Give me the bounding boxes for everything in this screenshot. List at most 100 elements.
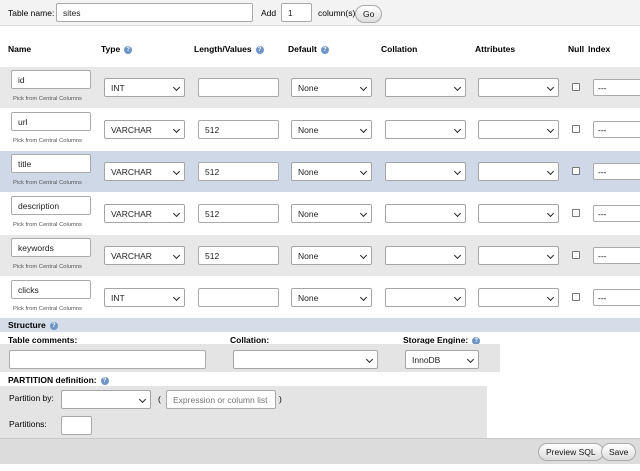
table-name-input[interactable]	[56, 3, 253, 22]
column-index-select[interactable]: ---	[593, 205, 640, 222]
pick-central-columns-link[interactable]: Pick from Central Columns	[13, 138, 82, 144]
column-type-select[interactable]: VARCHAR	[104, 162, 185, 181]
partition-by-label: Partition by:	[9, 393, 54, 403]
pick-central-columns-link[interactable]: Pick from Central Columns	[13, 306, 82, 312]
column-index-select[interactable]: ---	[593, 289, 640, 306]
help-icon[interactable]: ?	[124, 45, 133, 54]
columns-label: column(s)	[318, 8, 356, 18]
column-default-select[interactable]: None	[291, 78, 372, 97]
column-default-select[interactable]: None	[291, 246, 372, 265]
table-collation-select[interactable]	[233, 350, 378, 369]
save-button[interactable]: Save	[601, 443, 637, 461]
column-length-input[interactable]	[198, 78, 279, 97]
pick-central-columns-link[interactable]: Pick from Central Columns	[13, 264, 82, 270]
column-name-input[interactable]	[11, 280, 91, 299]
column-attributes-select[interactable]	[478, 204, 559, 223]
header-index: Index	[588, 44, 610, 54]
add-label: Add	[261, 8, 277, 18]
column-attributes-select[interactable]	[478, 288, 559, 307]
column-null-checkbox[interactable]	[572, 125, 580, 133]
pick-central-columns-link[interactable]: Pick from Central Columns	[13, 222, 82, 228]
partition-title: PARTITION definition:?	[8, 375, 109, 385]
table-comments-input[interactable]	[9, 350, 206, 369]
column-type-value: INT	[111, 82, 125, 93]
column-name-input[interactable]	[11, 154, 91, 173]
column-index-select[interactable]: ---	[593, 79, 640, 96]
column-length-input[interactable]	[198, 288, 279, 307]
structure-bar	[0, 318, 640, 332]
help-icon[interactable]: ?	[320, 45, 329, 54]
column-index-select[interactable]: ---	[593, 121, 640, 138]
column-type-select[interactable]: INT	[104, 78, 185, 97]
chevron-down-icon	[453, 125, 462, 134]
column-length-input[interactable]	[198, 120, 279, 139]
column-collation-select[interactable]	[385, 78, 466, 97]
column-default-select[interactable]: None	[291, 204, 372, 223]
partitions-input[interactable]	[61, 416, 92, 435]
chevron-down-icon	[453, 83, 462, 92]
go-button[interactable]: Go	[355, 5, 383, 23]
chevron-down-icon	[172, 251, 181, 260]
structure-title-label: Structure	[8, 320, 46, 330]
chevron-down-icon	[172, 209, 181, 218]
chevron-down-icon	[546, 83, 555, 92]
column-type-value: VARCHAR	[111, 250, 152, 261]
column-collation-select[interactable]	[385, 120, 466, 139]
expression-input[interactable]	[166, 390, 276, 409]
table-name-label: Table name:	[8, 8, 55, 18]
column-length-input[interactable]	[198, 162, 279, 181]
chevron-down-icon	[546, 251, 555, 260]
column-default-select[interactable]: None	[291, 120, 372, 139]
chevron-down-icon	[453, 293, 462, 302]
pick-central-columns-link[interactable]: Pick from Central Columns	[13, 96, 82, 102]
help-icon[interactable]: ?	[100, 376, 109, 385]
header-name: Name	[8, 44, 31, 54]
header-index-label: Index	[588, 44, 611, 54]
column-attributes-select[interactable]	[478, 246, 559, 265]
storage-engine-select[interactable]: InnoDB	[405, 350, 479, 369]
chevron-down-icon	[453, 251, 462, 260]
column-length-input[interactable]	[198, 246, 279, 265]
column-index-select[interactable]: ---	[593, 163, 640, 180]
help-icon[interactable]: ?	[255, 45, 264, 54]
column-default-select[interactable]: None	[291, 288, 372, 307]
help-icon[interactable]: ?	[49, 321, 58, 330]
column-name-input[interactable]	[11, 112, 91, 131]
column-collation-select[interactable]	[385, 162, 466, 181]
column-attributes-select[interactable]	[478, 162, 559, 181]
chevron-down-icon	[359, 167, 368, 176]
column-type-value: VARCHAR	[111, 124, 152, 135]
column-type-select[interactable]: VARCHAR	[104, 246, 185, 265]
column-attributes-select[interactable]	[478, 78, 559, 97]
chevron-down-icon	[546, 167, 555, 176]
column-collation-select[interactable]	[385, 246, 466, 265]
chevron-down-icon	[172, 125, 181, 134]
column-type-select[interactable]: VARCHAR	[104, 204, 185, 223]
preview-sql-button[interactable]: Preview SQL	[538, 443, 604, 461]
column-index-value: ---	[598, 82, 607, 93]
chevron-down-icon	[172, 167, 181, 176]
add-columns-input[interactable]	[281, 3, 312, 22]
column-type-value: INT	[111, 292, 125, 303]
column-default-select[interactable]: None	[291, 162, 372, 181]
column-collation-select[interactable]	[385, 288, 466, 307]
column-null-checkbox[interactable]	[572, 293, 580, 301]
column-index-select[interactable]: ---	[593, 247, 640, 264]
column-null-checkbox[interactable]	[572, 167, 580, 175]
pick-central-columns-link[interactable]: Pick from Central Columns	[13, 180, 82, 186]
header-default: Default?	[288, 44, 329, 54]
column-type-select[interactable]: VARCHAR	[104, 120, 185, 139]
column-type-select[interactable]: INT	[104, 288, 185, 307]
column-length-input[interactable]	[198, 204, 279, 223]
header-collation-label: Collation	[381, 44, 418, 54]
partition-by-select[interactable]	[61, 390, 151, 409]
column-name-input[interactable]	[11, 70, 91, 89]
column-attributes-select[interactable]	[478, 120, 559, 139]
column-null-checkbox[interactable]	[572, 251, 580, 259]
column-null-checkbox[interactable]	[572, 209, 580, 217]
column-name-input[interactable]	[11, 196, 91, 215]
column-null-checkbox[interactable]	[572, 83, 580, 91]
column-name-input[interactable]	[11, 238, 91, 257]
chevron-down-icon	[365, 355, 374, 364]
column-collation-select[interactable]	[385, 204, 466, 223]
